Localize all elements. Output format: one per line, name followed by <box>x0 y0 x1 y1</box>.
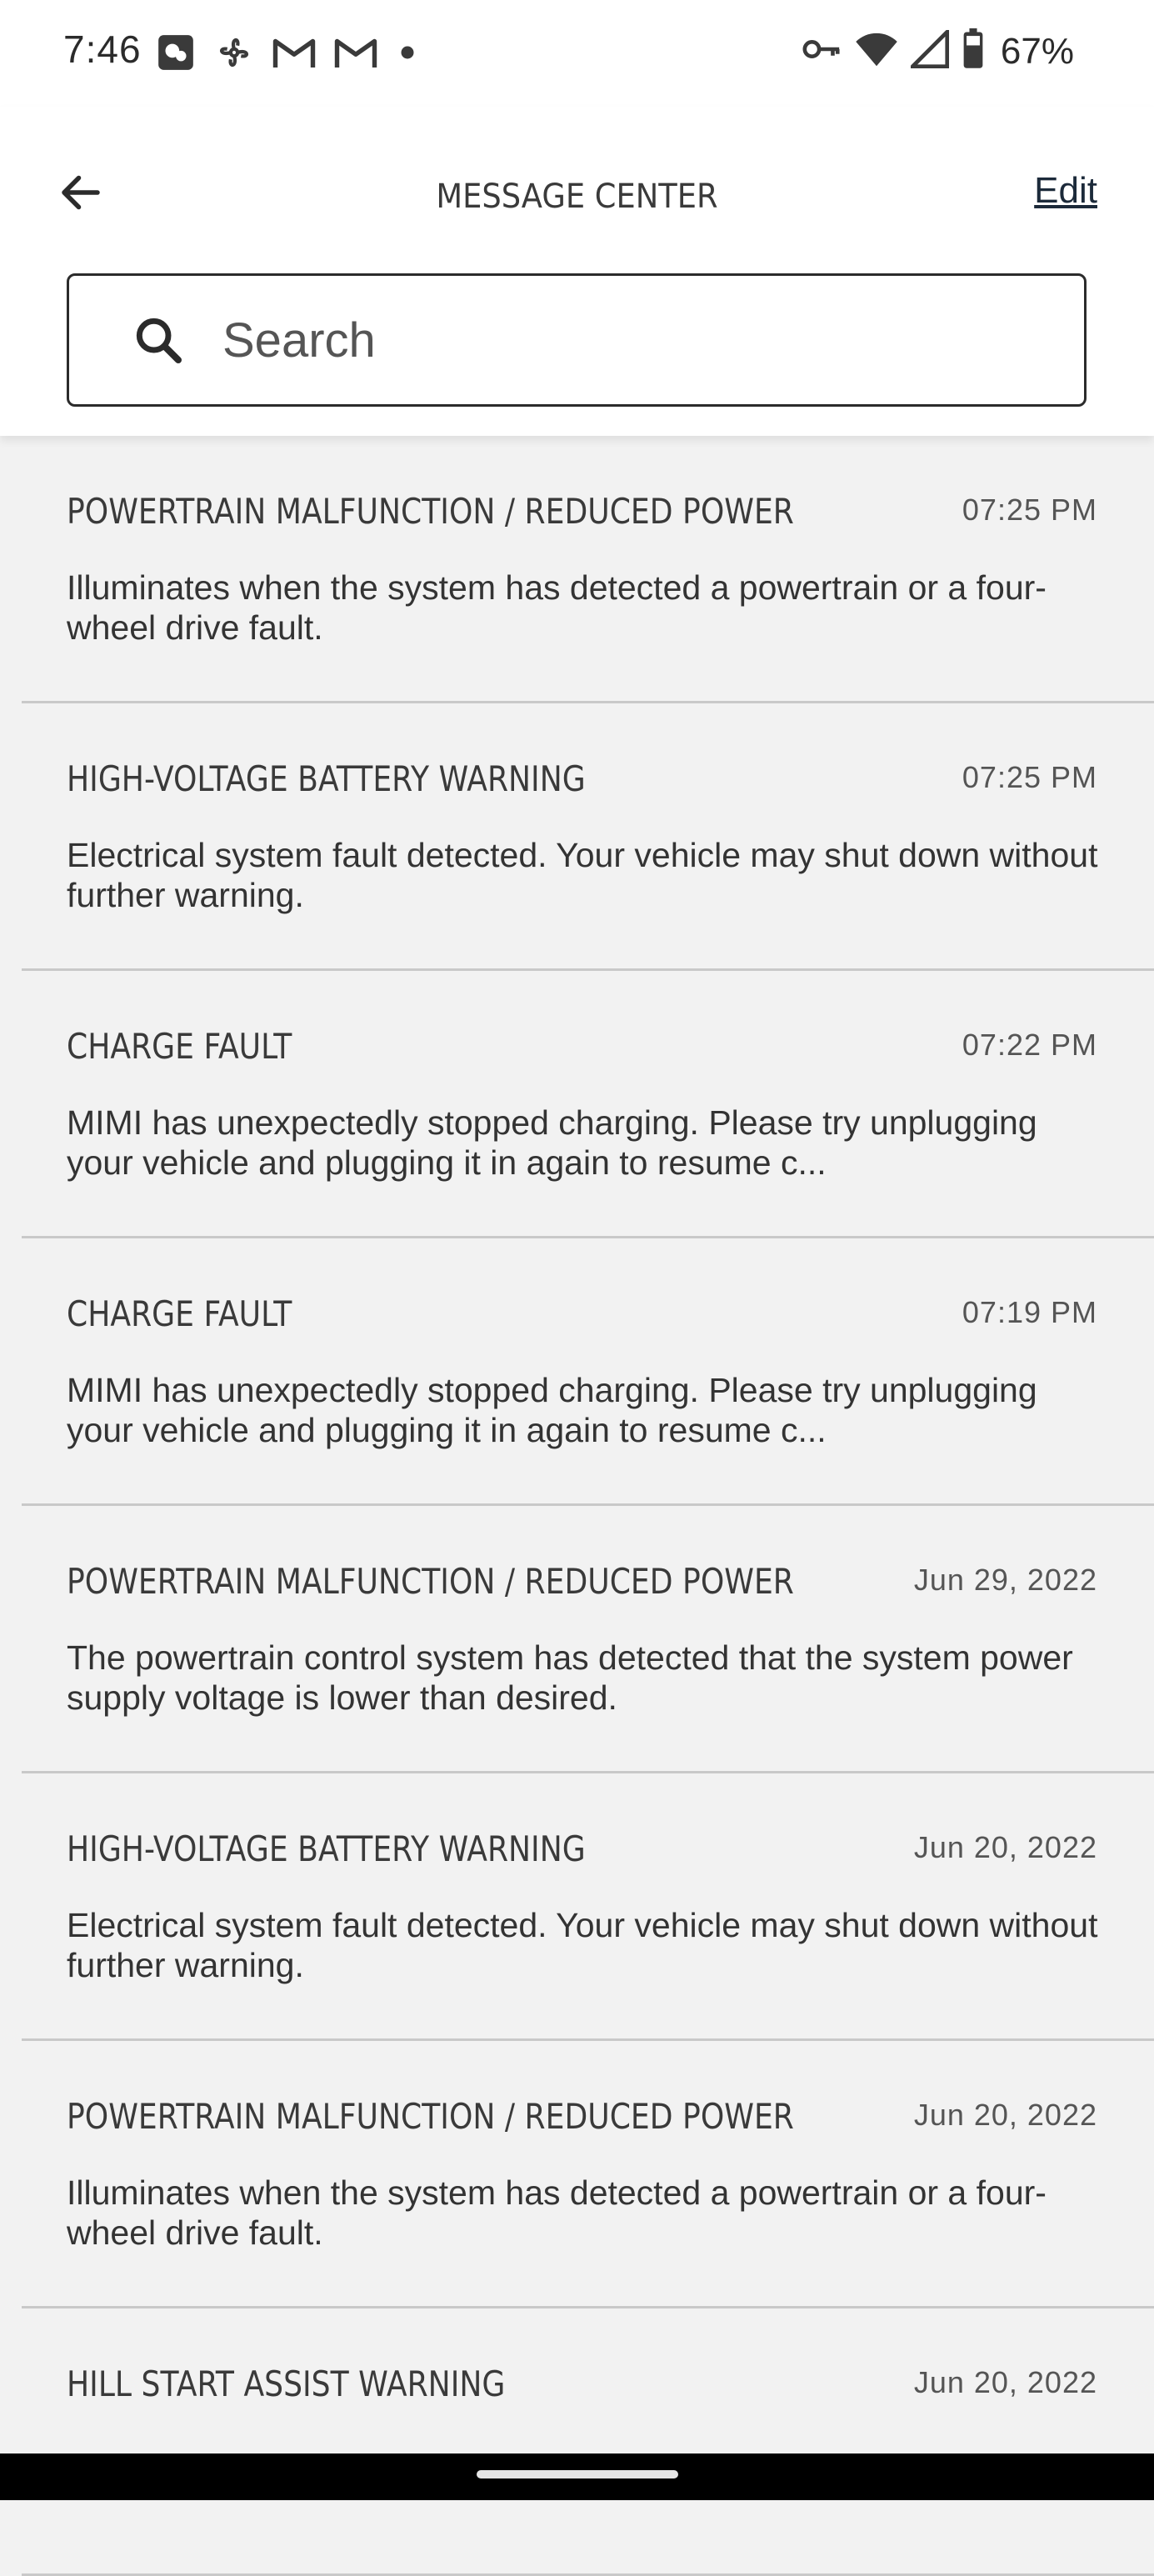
page-title: MESSAGE CENTER <box>436 178 718 216</box>
message-item[interactable]: CHARGE FAULT 07:19 PM MIMI has unexpecte… <box>22 1238 1154 1506</box>
search-icon <box>129 311 187 369</box>
message-time: Jun 20, 2022 <box>913 2098 1097 2132</box>
edit-button[interactable]: Edit <box>1034 170 1097 212</box>
search-input[interactable] <box>221 311 974 369</box>
message-item[interactable]: CHARGE FAULT 07:22 PM MIMI has unexpecte… <box>22 971 1154 1238</box>
message-time: Jun 20, 2022 <box>913 1830 1097 1864</box>
gesture-navigation-bar <box>0 2453 1154 2500</box>
gmail-icon <box>333 33 378 76</box>
message-body: The powertrain control system has detect… <box>67 1638 1073 1717</box>
message-list: POWERTRAIN MALFUNCTION / REDUCED POWER 0… <box>0 436 1154 2576</box>
message-item[interactable]: HIGH-VOLTAGE BATTERY WARNING Jun 20, 202… <box>22 1773 1154 2041</box>
battery-percentage: 67% <box>1000 30 1074 72</box>
message-time: 07:19 PM <box>962 1295 1097 1329</box>
search-box[interactable] <box>67 273 1087 407</box>
message-body: Electrical system fault detected. Your v… <box>67 836 1098 914</box>
message-time: 07:25 PM <box>962 493 1097 527</box>
home-gesture-handle[interactable] <box>477 2470 678 2478</box>
battery-icon <box>961 28 986 74</box>
message-item[interactable]: HILL START ASSIST WARNING Jun 20, 2022 <box>22 2308 1154 2576</box>
message-time: Jun 20, 2022 <box>913 2365 1097 2399</box>
vpn-key-icon <box>801 33 842 70</box>
dot-icon <box>395 40 420 69</box>
message-item[interactable]: POWERTRAIN MALFUNCTION / REDUCED POWER J… <box>22 2041 1154 2308</box>
message-title: POWERTRAIN MALFUNCTION / REDUCED POWER <box>67 2096 794 2137</box>
gmail-icon <box>272 33 317 76</box>
message-time: Jun 29, 2022 <box>913 1563 1097 1597</box>
message-title: POWERTRAIN MALFUNCTION / REDUCED POWER <box>67 1561 794 1602</box>
cell-signal-icon <box>907 27 949 73</box>
system-status-icons: 67% <box>801 27 1074 74</box>
message-item[interactable]: POWERTRAIN MALFUNCTION / REDUCED POWER 0… <box>22 436 1154 703</box>
wifi-icon <box>854 30 899 73</box>
message-title: CHARGE FAULT <box>67 1293 292 1334</box>
fan-icon <box>213 32 255 78</box>
message-body: Illuminates when the system has detected… <box>67 568 1047 647</box>
message-time: 07:22 PM <box>962 1028 1097 1062</box>
message-body: Electrical system fault detected. Your v… <box>67 1906 1098 1984</box>
message-item[interactable]: POWERTRAIN MALFUNCTION / REDUCED POWER J… <box>22 1506 1154 1773</box>
message-title: POWERTRAIN MALFUNCTION / REDUCED POWER <box>67 491 794 532</box>
message-body: MIMI has unexpectedly stopped charging. … <box>67 1371 1037 1449</box>
message-time: 07:25 PM <box>962 760 1097 794</box>
status-time: 7:46 <box>63 28 142 71</box>
message-item[interactable]: HIGH-VOLTAGE BATTERY WARNING 07:25 PM El… <box>22 703 1154 971</box>
message-title: CHARGE FAULT <box>67 1026 292 1067</box>
message-body: MIMI has unexpectedly stopped charging. … <box>67 1103 1037 1182</box>
message-title: HIGH-VOLTAGE BATTERY WARNING <box>67 1828 586 1869</box>
message-title: HILL START ASSIST WARNING <box>67 2363 506 2404</box>
app-header: MESSAGE CENTER Edit <box>0 107 1154 436</box>
message-body: Illuminates when the system has detected… <box>67 2173 1047 2252</box>
status-bar: 7:46 67% <box>0 0 1154 107</box>
notification-icons <box>155 32 420 78</box>
message-title: HIGH-VOLTAGE BATTERY WARNING <box>67 758 586 799</box>
photo-notification-icon <box>155 32 197 78</box>
